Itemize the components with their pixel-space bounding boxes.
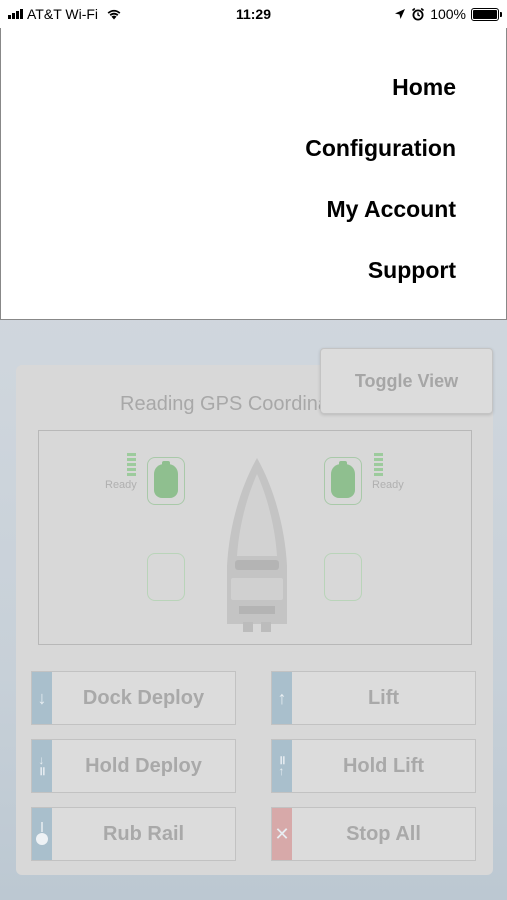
right-battery-level-icon	[374, 453, 383, 476]
right-rear-pod[interactable]	[324, 553, 362, 601]
rub-rail-label: Rub Rail	[102, 822, 185, 845]
navigation-menu: Home Configuration My Account Support	[0, 28, 507, 320]
rub-rail-icon	[32, 808, 52, 860]
menu-item-support[interactable]: Support	[368, 257, 456, 284]
location-arrow-icon	[395, 9, 406, 19]
lift-button[interactable]: ↑ Lift	[271, 671, 476, 725]
boat-icon	[227, 458, 287, 632]
boat-diagram: Ready Ready	[38, 430, 472, 645]
arrow-down-icon: ↓	[32, 672, 52, 724]
stop-all-button[interactable]: ✕ Stop All	[271, 807, 476, 861]
battery-icon	[471, 7, 502, 21]
status-right: 100%	[394, 6, 502, 22]
dock-deploy-button[interactable]: ↓ Dock Deploy	[31, 671, 236, 725]
hold-lift-button[interactable]: ॥ ↑ Hold Lift	[271, 739, 476, 793]
right-front-pod[interactable]	[324, 457, 362, 505]
arrow-up-icon: ↑	[272, 672, 292, 724]
stop-x-icon: ✕	[272, 808, 292, 860]
status-bar: AT&T Wi-Fi 11:29 100%	[0, 0, 507, 28]
rub-rail-button[interactable]: Rub Rail	[31, 807, 236, 861]
hold-lift-label: Hold Lift	[342, 754, 425, 777]
lift-label: Lift	[367, 686, 400, 709]
stop-all-label: Stop All	[346, 822, 421, 845]
air-tank-icon	[331, 461, 355, 498]
hold-up-icon: ॥ ↑	[272, 740, 292, 792]
hold-deploy-button[interactable]: ↓ ॥ Hold Deploy	[31, 739, 236, 793]
battery-percent: 100%	[430, 6, 466, 22]
menu-item-home[interactable]: Home	[392, 74, 456, 101]
right-pod-status: Ready	[372, 479, 404, 491]
left-pod-status: Ready	[105, 479, 137, 491]
menu-item-configuration[interactable]: Configuration	[305, 135, 456, 162]
alarm-icon	[412, 7, 425, 21]
menu-item-my-account[interactable]: My Account	[327, 196, 457, 223]
left-front-pod[interactable]	[147, 457, 185, 505]
left-rear-pod[interactable]	[147, 553, 185, 601]
air-tank-icon	[154, 461, 178, 498]
hold-down-icon: ↓ ॥	[32, 740, 52, 792]
gps-status: Reading GPS Coordinates	[120, 393, 320, 415]
toggle-view-button[interactable]: Toggle View	[320, 348, 493, 414]
dock-deploy-label: Dock Deploy	[82, 686, 205, 709]
left-battery-level-icon	[127, 453, 136, 476]
control-panel: Reading GPS Coordinates Ready Ready	[16, 365, 493, 875]
hold-deploy-label: Hold Deploy	[85, 754, 202, 777]
app-background: Reading GPS Coordinates Ready Ready	[0, 320, 507, 900]
